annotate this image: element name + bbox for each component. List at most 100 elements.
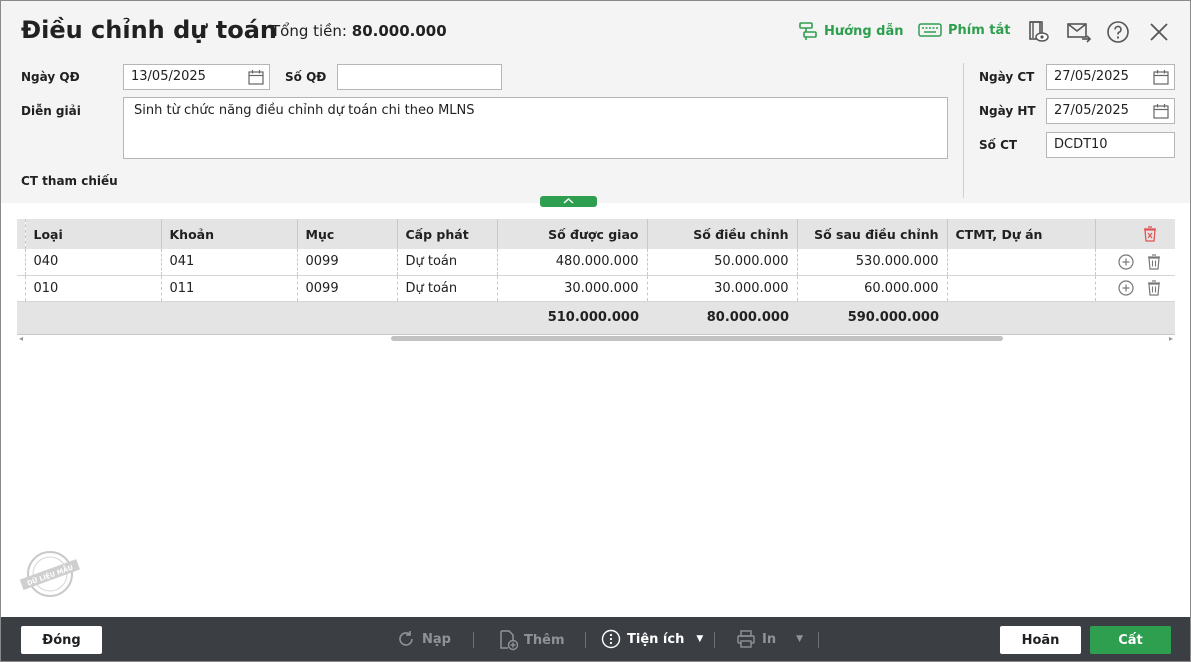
column-header[interactable]: Số sau điều chỉnh (797, 219, 948, 249)
print-label: In (762, 631, 777, 647)
column-header[interactable]: CTMT, Dự án (947, 219, 1096, 249)
save-button[interactable]: Cất (1090, 626, 1171, 654)
reload-icon (399, 631, 413, 646)
scroll-left-icon[interactable]: ◂ (19, 334, 23, 344)
cell-cap-phat[interactable]: Dự toán (397, 275, 498, 302)
guide-label: Hướng dẫn (824, 23, 904, 39)
decision-date-label: Ngày QĐ (21, 70, 80, 84)
add-row-icon[interactable] (1117, 279, 1135, 297)
column-header[interactable]: Loại (25, 219, 162, 249)
cell-khoan[interactable]: 011 (161, 275, 298, 302)
keyboard-icon (918, 23, 942, 37)
posting-date-label: Ngày HT (979, 104, 1036, 118)
calendar-icon[interactable] (1153, 103, 1169, 119)
toolbar-separator (585, 632, 586, 648)
delete-row-icon[interactable] (1145, 253, 1163, 271)
guide-link[interactable]: Hướng dẫn (798, 22, 904, 40)
utilities-button[interactable]: Tiện ích ▼ (601, 629, 703, 649)
total-value: 80.000.000 (351, 22, 447, 40)
cell-so-dieu-chinh[interactable]: 30.000.000 (647, 275, 798, 302)
shortcut-label: Phím tắt (948, 22, 1011, 38)
add-document-icon (500, 630, 518, 651)
decision-no-field[interactable] (337, 64, 502, 90)
column-header[interactable]: Mục (297, 219, 398, 249)
totals-empty (161, 301, 297, 335)
printer-icon (737, 630, 755, 648)
cell-so-sau-dieu-chinh[interactable]: 530.000.000 (797, 249, 948, 276)
delete-row-icon[interactable] (1145, 279, 1163, 297)
decision-date-field[interactable]: 13/05/2025 (123, 64, 270, 90)
cell-ctmt[interactable] (947, 249, 1096, 276)
cell-loai[interactable]: 040 (25, 249, 162, 276)
budget-grid: Loại Khoản Mục Cấp phát Số được giao Số … (17, 219, 1175, 335)
total-so-dieu-chinh: 80.000.000 (647, 301, 797, 335)
column-header[interactable]: Cấp phát (397, 219, 498, 249)
collapse-button[interactable] (540, 196, 597, 207)
reload-label: Nạp (422, 631, 451, 647)
shortcut-link[interactable]: Phím tắt (918, 22, 1011, 38)
column-header[interactable]: Khoản (161, 219, 298, 249)
total-so-duoc-giao: 510.000.000 (497, 301, 647, 335)
calendar-icon[interactable] (248, 69, 264, 85)
close-icon[interactable] (1147, 20, 1171, 44)
table-row[interactable]: 040 041 0099 Dự toán 480.000.000 50.000.… (17, 249, 1175, 276)
totals-empty (947, 301, 1095, 335)
print-button[interactable]: In ▼ (736, 629, 803, 649)
utilities-label: Tiện ích (627, 631, 685, 647)
voucher-date-value: 27/05/2025 (1054, 69, 1129, 84)
header-area: Điều chỉnh dự toán Tổng tiền: 80.000.000… (1, 1, 1190, 207)
reload-button[interactable]: Nạp (396, 629, 451, 649)
close-button[interactable]: Đóng (21, 626, 102, 654)
send-email-icon[interactable] (1066, 20, 1092, 44)
posting-date-field[interactable]: 27/05/2025 (1046, 98, 1175, 124)
cancel-button[interactable]: Hoãn (1000, 626, 1081, 654)
row-indicator-header (17, 219, 26, 249)
voucher-no-field[interactable]: DCDT10 (1046, 132, 1175, 158)
cell-muc[interactable]: 0099 (297, 249, 398, 276)
row-indicator (17, 275, 26, 302)
cell-muc[interactable]: 0099 (297, 275, 398, 302)
cell-loai[interactable]: 010 (25, 275, 162, 302)
guide-icon (799, 22, 817, 40)
add-button[interactable]: Thêm (498, 629, 565, 651)
view-template-icon[interactable] (1026, 20, 1050, 44)
scrollbar-thumb[interactable] (391, 336, 1003, 341)
cell-so-dieu-chinh[interactable]: 50.000.000 (647, 249, 798, 276)
delete-all-icon[interactable] (1141, 225, 1159, 243)
row-indicator (17, 249, 26, 276)
grid-header-row: Loại Khoản Mục Cấp phát Số được giao Số … (17, 219, 1175, 249)
add-row-icon[interactable] (1117, 253, 1135, 271)
column-header[interactable]: Số được giao (497, 219, 648, 249)
horizontal-scrollbar[interactable]: ◂ ▸ (17, 334, 1175, 344)
cell-cap-phat[interactable]: Dự toán (397, 249, 498, 276)
cell-so-duoc-giao[interactable]: 480.000.000 (497, 249, 648, 276)
cell-ctmt[interactable] (947, 275, 1096, 302)
voucher-date-label: Ngày CT (979, 70, 1035, 84)
cell-so-duoc-giao[interactable]: 30.000.000 (497, 275, 648, 302)
voucher-no-label: Số CT (979, 138, 1018, 152)
footer-toolbar: Đóng Nạp Thêm Tiện ích ▼ In ▼ Hoãn Cất (1, 617, 1190, 661)
column-header[interactable]: Số điều chỉnh (647, 219, 798, 249)
decision-date-value: 13/05/2025 (131, 69, 206, 84)
toolbar-separator (714, 632, 715, 648)
description-field[interactable]: Sinh từ chức năng điều chỉnh dự toán chi… (123, 97, 948, 159)
total-amount: Tổng tiền: 80.000.000 (271, 22, 447, 40)
toolbar-separator (818, 632, 819, 648)
row-actions (1095, 275, 1175, 302)
delete-all-header (1095, 219, 1175, 249)
info-icon (601, 629, 621, 649)
calendar-icon[interactable] (1153, 69, 1169, 85)
totals-empty (1095, 301, 1175, 335)
cell-so-sau-dieu-chinh[interactable]: 60.000.000 (797, 275, 948, 302)
table-row[interactable]: 010 011 0099 Dự toán 30.000.000 30.000.0… (17, 275, 1175, 302)
scroll-right-icon[interactable]: ▸ (1169, 334, 1173, 344)
total-label: Tổng tiền: (271, 22, 347, 40)
totals-empty (397, 301, 497, 335)
divider (963, 63, 964, 198)
voucher-date-field[interactable]: 27/05/2025 (1046, 64, 1175, 90)
help-icon[interactable] (1106, 20, 1130, 44)
description-label: Diễn giải (21, 104, 81, 118)
chevron-down-icon: ▼ (696, 634, 704, 644)
dialog-window: Điều chỉnh dự toán Tổng tiền: 80.000.000… (0, 0, 1191, 662)
cell-khoan[interactable]: 041 (161, 249, 298, 276)
